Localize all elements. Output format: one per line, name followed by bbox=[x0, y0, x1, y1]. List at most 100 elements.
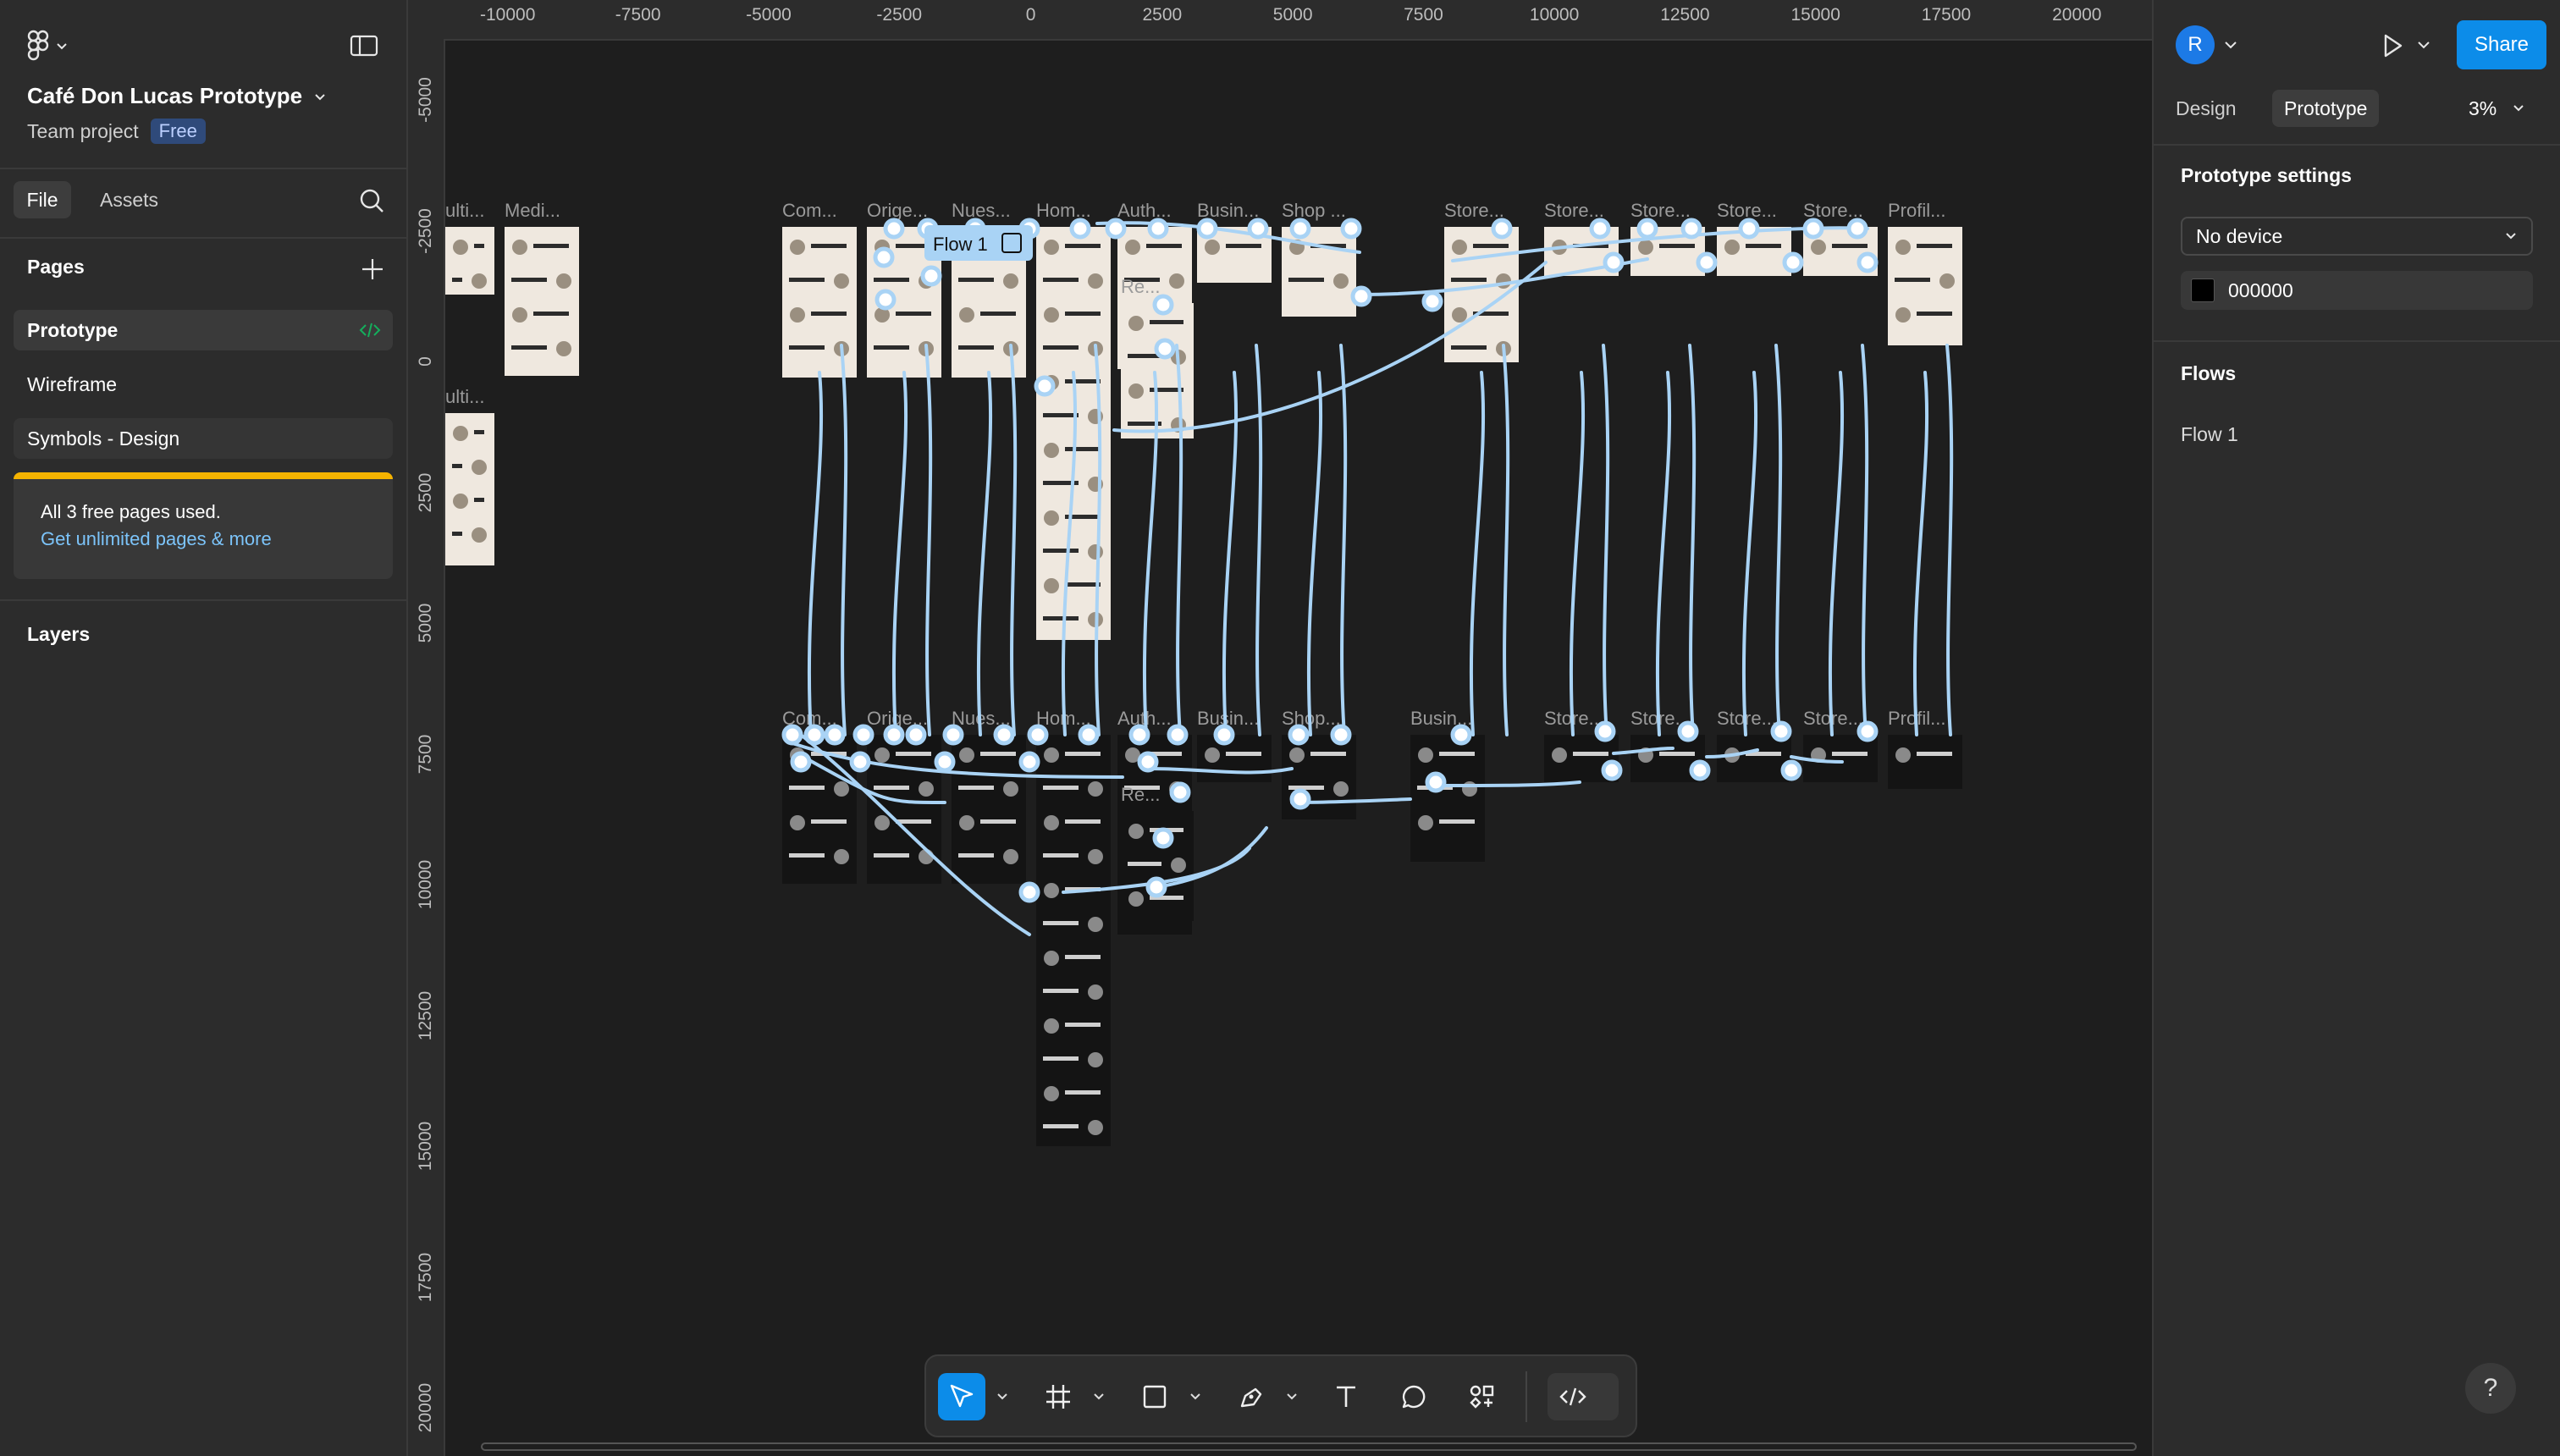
dev-mode-toggle[interactable] bbox=[1548, 1373, 1619, 1420]
search-button[interactable] bbox=[356, 185, 389, 218]
connection-node bbox=[1078, 724, 1100, 746]
frame-thumbnail bbox=[1088, 273, 1103, 289]
connection-node bbox=[874, 289, 897, 311]
frame-text-line bbox=[1043, 1056, 1079, 1061]
project-title[interactable]: Café Don Lucas Prototype bbox=[27, 83, 326, 109]
connection-node bbox=[883, 724, 905, 746]
frame-text-line bbox=[874, 345, 909, 350]
prototype-frame[interactable]: ulti... bbox=[445, 386, 494, 565]
connection-node bbox=[1128, 724, 1150, 746]
connection-node bbox=[1594, 720, 1616, 742]
dev-mode-icon bbox=[359, 320, 381, 340]
connection-node bbox=[1034, 375, 1056, 397]
connection-node bbox=[1491, 218, 1513, 240]
frame-text-line bbox=[1310, 752, 1346, 756]
frame-text-line bbox=[452, 532, 462, 536]
prototype-connection bbox=[1306, 371, 1323, 736]
prototype-connection bbox=[840, 344, 848, 736]
frame-label: Store... bbox=[1444, 200, 1504, 221]
frame-text-line bbox=[811, 819, 847, 824]
frame-thumbnail bbox=[834, 273, 849, 289]
ruler-tick-label: -2500 bbox=[876, 5, 923, 25]
page-item-symbols-design[interactable]: Symbols - Design bbox=[14, 418, 393, 459]
connection-node bbox=[1167, 724, 1189, 746]
frame-thumbnail bbox=[512, 240, 527, 255]
frame-tool-button[interactable] bbox=[1034, 1373, 1082, 1420]
frame-label: Nues... bbox=[952, 200, 1011, 221]
prototype-frame[interactable]: Profil... bbox=[1888, 200, 1962, 345]
frame-text-line bbox=[1065, 752, 1101, 756]
prototype-frame[interactable]: ulti... bbox=[445, 200, 494, 295]
frame-thumbnail bbox=[959, 815, 974, 830]
tab-prototype[interactable]: Prototype bbox=[2272, 90, 2380, 127]
connection-node bbox=[1421, 290, 1443, 312]
comment-tool-button[interactable] bbox=[1390, 1373, 1437, 1420]
text-tool-button[interactable] bbox=[1322, 1373, 1370, 1420]
frame-thumbnail bbox=[919, 781, 934, 797]
device-select[interactable]: No device bbox=[2181, 217, 2533, 256]
prototype-frame[interactable]: Busin... bbox=[1197, 200, 1272, 283]
background-color-field[interactable]: 000000 bbox=[2181, 271, 2533, 310]
frame-thumbnail bbox=[790, 240, 805, 255]
frame-label: ulti... bbox=[445, 200, 484, 221]
frame-text-line bbox=[958, 786, 994, 790]
frame-text-line bbox=[474, 498, 484, 502]
page-item-wireframe[interactable]: Wireframe bbox=[14, 364, 393, 405]
layers-heading: Layers bbox=[27, 623, 91, 645]
resources-tool-button[interactable] bbox=[1458, 1373, 1505, 1420]
connection-node bbox=[993, 724, 1015, 746]
chevron-down-icon[interactable] bbox=[1285, 1390, 1299, 1404]
prototype-settings-heading: Prototype settings bbox=[2181, 164, 2352, 186]
background-hex-value[interactable]: 000000 bbox=[2228, 279, 2293, 302]
prototype-frame[interactable]: Store... bbox=[1717, 200, 1791, 276]
frame-thumbnail bbox=[1418, 815, 1433, 830]
tab-design[interactable]: Design bbox=[2166, 90, 2247, 127]
connection-node bbox=[1154, 338, 1176, 360]
frame-thumbnail bbox=[556, 341, 571, 356]
prototype-connection bbox=[1009, 344, 1018, 736]
main-menu-button[interactable] bbox=[27, 29, 78, 63]
zoom-control[interactable]: 3% bbox=[2469, 90, 2525, 127]
horizontal-scrollbar[interactable] bbox=[481, 1442, 2137, 1451]
frame-thumbnail bbox=[1638, 240, 1653, 255]
ruler-tick-label: 15000 bbox=[416, 1121, 435, 1172]
flow-item[interactable]: Flow 1 bbox=[2181, 423, 2238, 446]
frame-text-line bbox=[1065, 447, 1101, 451]
present-button[interactable] bbox=[2375, 29, 2409, 63]
canvas[interactable]: Com... Orige... Nues... Hom... Auth... Busin.… bbox=[445, 41, 2152, 1456]
prototype-frame[interactable]: Hom... bbox=[1036, 708, 1111, 1146]
chevron-down-icon[interactable] bbox=[2223, 37, 2238, 52]
move-tool-button[interactable] bbox=[938, 1373, 985, 1420]
prototype-frame[interactable]: Shop ... bbox=[1282, 200, 1356, 317]
add-page-button[interactable] bbox=[357, 254, 388, 284]
page-item-prototype[interactable]: Prototype bbox=[14, 310, 393, 350]
ruler-tick-label: -5000 bbox=[746, 5, 792, 25]
toggle-sidebar-button[interactable] bbox=[349, 30, 379, 61]
shape-tool-button[interactable] bbox=[1131, 1373, 1178, 1420]
connection-node bbox=[1689, 759, 1711, 781]
tab-assets[interactable]: Assets bbox=[88, 181, 170, 218]
chevron-down-icon[interactable] bbox=[996, 1390, 1009, 1404]
chevron-down-icon[interactable] bbox=[2416, 37, 2431, 52]
frame-thumbnail bbox=[834, 849, 849, 864]
frame-text-line bbox=[1128, 862, 1161, 866]
pen-tool-button[interactable] bbox=[1228, 1373, 1275, 1420]
plan-badge[interactable]: Free bbox=[150, 119, 206, 144]
frame-thumbnail bbox=[1333, 781, 1349, 797]
chevron-down-icon[interactable] bbox=[1092, 1390, 1106, 1404]
frame-thumbnail bbox=[1088, 1052, 1103, 1067]
frame-text-line bbox=[789, 345, 825, 350]
comment-icon bbox=[1402, 1385, 1426, 1409]
upgrade-link[interactable]: Get unlimited pages & more bbox=[41, 528, 272, 550]
prototype-frame[interactable]: Com... bbox=[782, 200, 857, 378]
prototype-frame[interactable]: Medi... bbox=[505, 200, 579, 376]
prototype-canvas-drawing[interactable]: Com... Orige... Nues... Hom... Auth... Busin.… bbox=[445, 41, 2152, 1456]
user-avatar[interactable]: R bbox=[2176, 25, 2215, 64]
tab-file[interactable]: File bbox=[14, 181, 71, 218]
share-button[interactable]: Share bbox=[2457, 20, 2546, 69]
chevron-down-icon[interactable] bbox=[1189, 1390, 1202, 1404]
help-button[interactable]: ? bbox=[2465, 1363, 2516, 1414]
connection-node bbox=[1738, 218, 1760, 240]
frame-thumbnail bbox=[1044, 443, 1059, 458]
color-swatch[interactable] bbox=[2191, 279, 2215, 302]
